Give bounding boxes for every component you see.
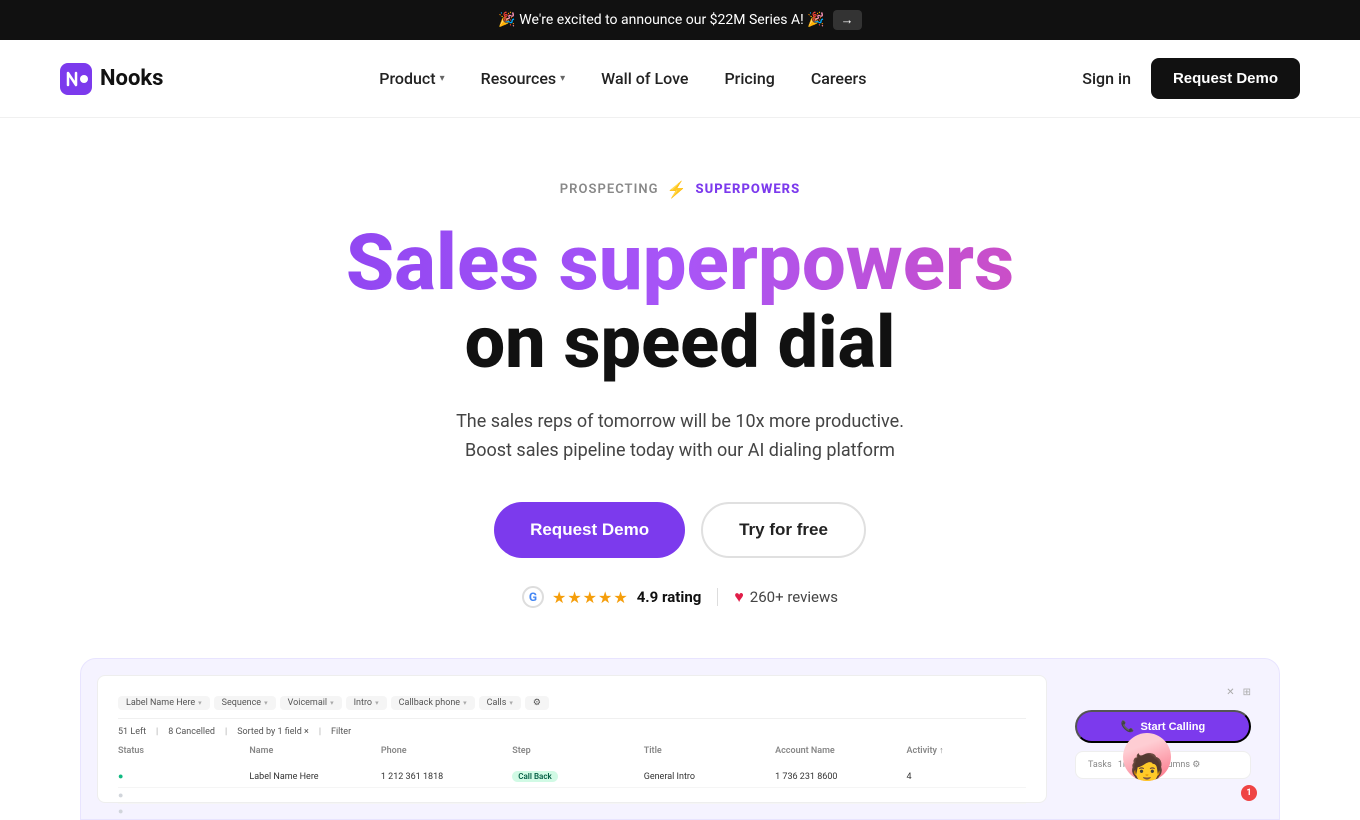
chevron-down-icon: ▾ (560, 73, 565, 84)
toolbar-calls: Calls (487, 698, 507, 708)
row-activity: 4 (907, 772, 1026, 782)
sign-in-link[interactable]: Sign in (1082, 69, 1131, 88)
logo-text: Nooks (100, 66, 163, 91)
hero-title-line2: on speed dial (20, 305, 1340, 381)
toolbar-chip-left[interactable]: Label Name Here ▾ (118, 696, 210, 710)
row-account: 1 736 231 8600 (775, 772, 894, 782)
panel-expand-icon: ⊞ (1243, 687, 1251, 698)
avatar-inner: 🧑 (1123, 733, 1171, 781)
toolbar-intro: Intro (354, 698, 372, 708)
hero-try-free-button[interactable]: Try for free (701, 502, 866, 558)
filter-sorted: Sorted by 1 field × (237, 727, 309, 737)
badge-left-text: PROSPECTING (560, 182, 659, 197)
col-name: Name (249, 746, 368, 756)
toolbar-voicemail: Voicemail (288, 698, 328, 708)
nav-item-resources[interactable]: Resources ▾ (481, 69, 566, 88)
screenshot-panel: ✕ ⊞ 📞 Start Calling Tasks 1m ago Columns… (1063, 675, 1263, 803)
nav-links: Product ▾ Resources ▾ Wall of Love Prici… (379, 69, 866, 88)
nav-actions: Sign in Request Demo (1082, 58, 1300, 99)
hero-title: Sales superpowers on speed dial (20, 223, 1340, 380)
hero-section: PROSPECTING ⚡ SUPERPOWERS Sales superpow… (0, 118, 1360, 638)
hero-subtitle-line2: Boost sales pipeline today with our AI d… (465, 440, 895, 461)
toolbar-row: Label Name Here ▾ Sequence ▾ Voicemail ▾… (118, 696, 1026, 719)
screenshot-inner: Label Name Here ▾ Sequence ▾ Voicemail ▾… (81, 659, 1279, 819)
nav-request-demo-button[interactable]: Request Demo (1151, 58, 1300, 99)
hero-request-demo-button[interactable]: Request Demo (494, 502, 685, 558)
caret-icon: ▾ (509, 699, 513, 707)
toolbar-sequence: Sequence (222, 698, 261, 708)
announcement-bar[interactable]: 🎉 We're excited to announce our $22M Ser… (0, 0, 1360, 40)
toolbar-chip-sequence[interactable]: Sequence ▾ (214, 696, 276, 710)
reviews-right: ♥ 260+ reviews (734, 587, 838, 607)
caret-icon: ▾ (198, 699, 202, 707)
screenshot-table: Label Name Here ▾ Sequence ▾ Voicemail ▾… (97, 675, 1047, 803)
filter-filter: Filter (331, 727, 351, 737)
notification-badge: 1 (1241, 785, 1257, 801)
col-title: Title (644, 746, 763, 756)
toolbar-chip-callback[interactable]: Callback phone ▾ (391, 696, 475, 710)
phone-icon: 📞 (1121, 720, 1135, 733)
avatar-person-icon: 🧑 (1130, 752, 1165, 781)
table-row: ● (118, 788, 1026, 804)
caret-icon: ▾ (375, 699, 379, 707)
avatar: 🧑 (1123, 733, 1171, 781)
row-step: Call Back (512, 772, 631, 782)
heart-icon: ♥ (734, 587, 744, 607)
rating-score: 4.9 rating (637, 588, 702, 606)
star-icons: ★★★★★ (552, 588, 629, 607)
toolbar-chip-intro[interactable]: Intro ▾ (346, 696, 387, 710)
hero-cta: Request Demo Try for free (20, 502, 1340, 558)
google-icon: G (522, 586, 544, 608)
rating-divider (717, 588, 718, 606)
row-status: ● (118, 771, 237, 782)
nav-item-pricing[interactable]: Pricing (724, 69, 774, 88)
toolbar-chip-voicemail[interactable]: Voicemail ▾ (280, 696, 342, 710)
caret-icon: ▾ (330, 699, 334, 707)
logo-icon (60, 63, 92, 95)
lightning-icon: ⚡ (667, 180, 688, 199)
hero-title-line1: Sales superpowers (20, 223, 1340, 305)
hero-badge: PROSPECTING ⚡ SUPERPOWERS (560, 180, 800, 199)
row-name: Label Name Here (249, 772, 368, 782)
col-status: Status (118, 746, 237, 756)
col-step: Step (512, 746, 631, 756)
filter-cancelled: 8 Cancelled (168, 727, 215, 737)
toolbar-callback: Callback phone (399, 698, 460, 708)
col-phone: Phone (381, 746, 500, 756)
rating-left: G ★★★★★ 4.9 rating (522, 586, 701, 608)
hero-subtitle-line1: The sales reps of tomorrow will be 10x m… (456, 411, 904, 432)
row-title: General Intro (644, 772, 763, 782)
nav-item-careers[interactable]: Careers (811, 69, 867, 88)
table-row: ● (118, 804, 1026, 820)
nav-item-product[interactable]: Product ▾ (379, 69, 444, 88)
toolbar-chip-calls[interactable]: Calls ▾ (479, 696, 521, 710)
table-row: ● Label Name Here 1 212 361 1818 Call Ba… (118, 766, 1026, 788)
navbar: Nooks Product ▾ Resources ▾ Wall of Love… (0, 40, 1360, 118)
badge-right-text: SUPERPOWERS (695, 182, 800, 197)
product-screenshot: Label Name Here ▾ Sequence ▾ Voicemail ▾… (80, 658, 1280, 820)
tasks-label: Tasks (1088, 760, 1112, 770)
logo-link[interactable]: Nooks (60, 63, 163, 95)
announcement-text: 🎉 We're excited to announce our $22M Ser… (498, 12, 824, 28)
hero-rating: G ★★★★★ 4.9 rating ♥ 260+ reviews (20, 586, 1340, 608)
chevron-down-icon: ▾ (440, 73, 445, 84)
nav-item-wall-of-love[interactable]: Wall of Love (601, 69, 688, 88)
hero-subtitle: The sales reps of tomorrow will be 10x m… (20, 408, 1340, 466)
caret-icon: ▾ (264, 699, 268, 707)
reviews-count: 260+ reviews (750, 588, 838, 606)
toolbar-label-name: Label Name Here (126, 698, 195, 708)
col-activity: Activity ↑ (907, 745, 1026, 756)
filter-left-count: 51 Left (118, 727, 146, 737)
settings-icon: ⚙ (533, 698, 541, 708)
col-account: Account Name (775, 746, 894, 756)
panel-close-icon: ✕ (1226, 687, 1234, 698)
announcement-arrow: → (833, 10, 862, 30)
caret-icon: ▾ (463, 699, 467, 707)
table-header: Status Name Phone Step Title Account Nam… (118, 745, 1026, 756)
toolbar-chip-settings[interactable]: ⚙ (525, 696, 549, 710)
row-phone: 1 212 361 1818 (381, 772, 500, 782)
